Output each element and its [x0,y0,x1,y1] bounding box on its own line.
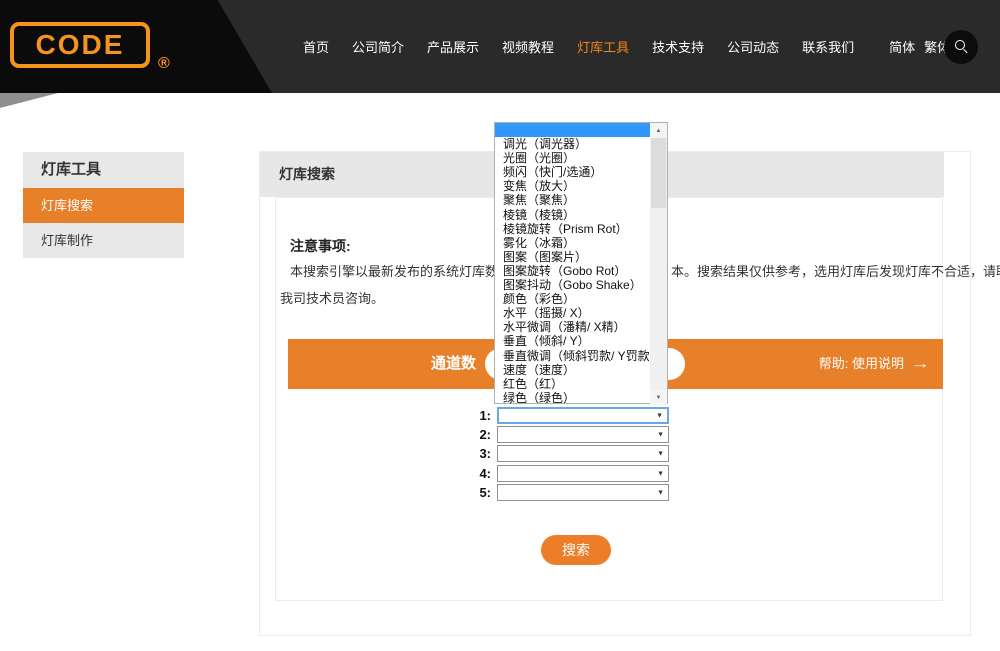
channel-5-select[interactable]: ▼ [497,484,669,501]
channel-2-select[interactable]: ▼ [497,426,669,443]
registered-trademark-icon: ® [158,55,170,73]
sidebar-item-light-library-search[interactable]: 灯库搜索 [23,188,184,223]
dropdown-option[interactable]: 水平（摇摄/ X） [495,306,652,320]
dropdown-option[interactable]: 图案旋转（Gobo Rot） [495,264,652,278]
nav-item-company[interactable]: 公司简介 [352,37,404,56]
nav-item-support[interactable]: 技术支持 [652,37,704,56]
sidebar: 灯库工具 灯库搜索 灯库制作 [23,152,184,258]
notice-heading: 注意事项: [290,236,351,256]
dropdown-option[interactable]: 颜色（彩色） [495,292,652,306]
top-header: CODE ® 首页 公司简介 产品展示 视频教程 灯库工具 技术支持 公司动态 … [0,0,1000,93]
channel-2-label: 2: [457,426,491,443]
dropdown-scrollbar[interactable]: ▲ ▼ [650,123,667,405]
dropdown-options: 调光（调光器） 光圈（光圈） 频闪（快门/选通） 变焦（放大） 聚焦（聚焦） 棱… [495,123,652,405]
brand-logo[interactable]: CODE [10,22,150,68]
channel-1-label: 1: [457,407,491,424]
dropdown-option[interactable]: 绿色（绿色） [495,391,652,405]
search-button[interactable] [944,30,978,64]
dropdown-option[interactable]: 频闪（快门/选通） [495,165,652,179]
dropdown-option[interactable]: 棱镜（棱镜） [495,208,652,222]
help-label: 帮助: 使用说明 [819,356,904,371]
sidebar-title: 灯库工具 [23,152,184,188]
channel-3-label: 3: [457,445,491,462]
dropdown-option[interactable]: 图案抖动（Gobo Shake） [495,278,652,292]
chevron-down-icon: ▼ [657,470,664,477]
main-nav: 首页 公司简介 产品展示 视频教程 灯库工具 技术支持 公司动态 联系我们 简体… [303,0,977,93]
sidebar-item-light-library-create[interactable]: 灯库制作 [23,223,184,258]
notice-text-line2: 我司技术员咨询。 [280,288,384,307]
chevron-down-icon: ▼ [657,489,664,496]
channel-1-dropdown-list: 调光（调光器） 光圈（光圈） 频闪（快门/选通） 变焦（放大） 聚焦（聚焦） 棱… [494,122,668,404]
page: CODE ® 首页 公司简介 产品展示 视频教程 灯库工具 技术支持 公司动态 … [0,0,1000,651]
dropdown-option[interactable]: 雾化（冰霜） [495,236,652,250]
dropdown-option-blank[interactable] [495,123,652,137]
dropdown-option[interactable]: 聚焦（聚焦） [495,193,652,207]
dropdown-option[interactable]: 红色（红） [495,377,652,391]
scroll-down-icon[interactable]: ▼ [650,390,667,405]
channel-5-label: 5: [457,484,491,501]
channel-1-select[interactable]: ▼ [497,407,669,424]
nav-item-light-library-tools[interactable]: 灯库工具 [577,37,629,56]
logo-text: CODE [36,29,125,61]
scroll-up-icon[interactable]: ▲ [650,123,667,138]
notice-text-line1-right: 本。搜索结果仅供参考，选用灯库后发现灯库不合适，请联系 [671,261,1000,280]
dropdown-option[interactable]: 速度（速度） [495,363,652,377]
dropdown-option[interactable]: 垂直（倾斜/ Y） [495,334,652,348]
chevron-down-icon: ▼ [656,412,663,419]
help-link[interactable]: 帮助: 使用说明→ [819,339,927,389]
search-submit-button[interactable]: 搜索 [541,535,611,565]
nav-item-home[interactable]: 首页 [303,37,329,56]
lang-simplified[interactable]: 简体 [889,37,915,56]
chevron-down-icon: ▼ [657,450,664,457]
channel-4-select[interactable]: ▼ [497,465,669,482]
channel-4-label: 4: [457,465,491,482]
nav-item-products[interactable]: 产品展示 [427,37,479,56]
dropdown-option[interactable]: 光圈（光圈） [495,151,652,165]
chevron-down-icon: ▼ [657,431,664,438]
dropdown-option[interactable]: 垂直微调（倾斜罚款/ Y罚款） [495,349,652,363]
header-fold-decoration [0,93,58,108]
channel-3-select[interactable]: ▼ [497,445,669,462]
arrow-right-icon: → [911,339,931,389]
nav-item-videos[interactable]: 视频教程 [502,37,554,56]
nav-item-news[interactable]: 公司动态 [727,37,779,56]
scrollbar-thumb[interactable] [651,138,666,208]
dropdown-option[interactable]: 变焦（放大） [495,179,652,193]
dropdown-option[interactable]: 调光（调光器） [495,137,652,151]
dropdown-option[interactable]: 图案（图案片） [495,250,652,264]
dropdown-option[interactable]: 水平微调（潘精/ X精） [495,320,652,334]
dropdown-option[interactable]: 棱镜旋转（Prism Rot） [495,222,652,236]
nav-item-contact[interactable]: 联系我们 [802,37,854,56]
search-icon [955,40,968,53]
channel-count-label: 通道数 [431,339,476,389]
